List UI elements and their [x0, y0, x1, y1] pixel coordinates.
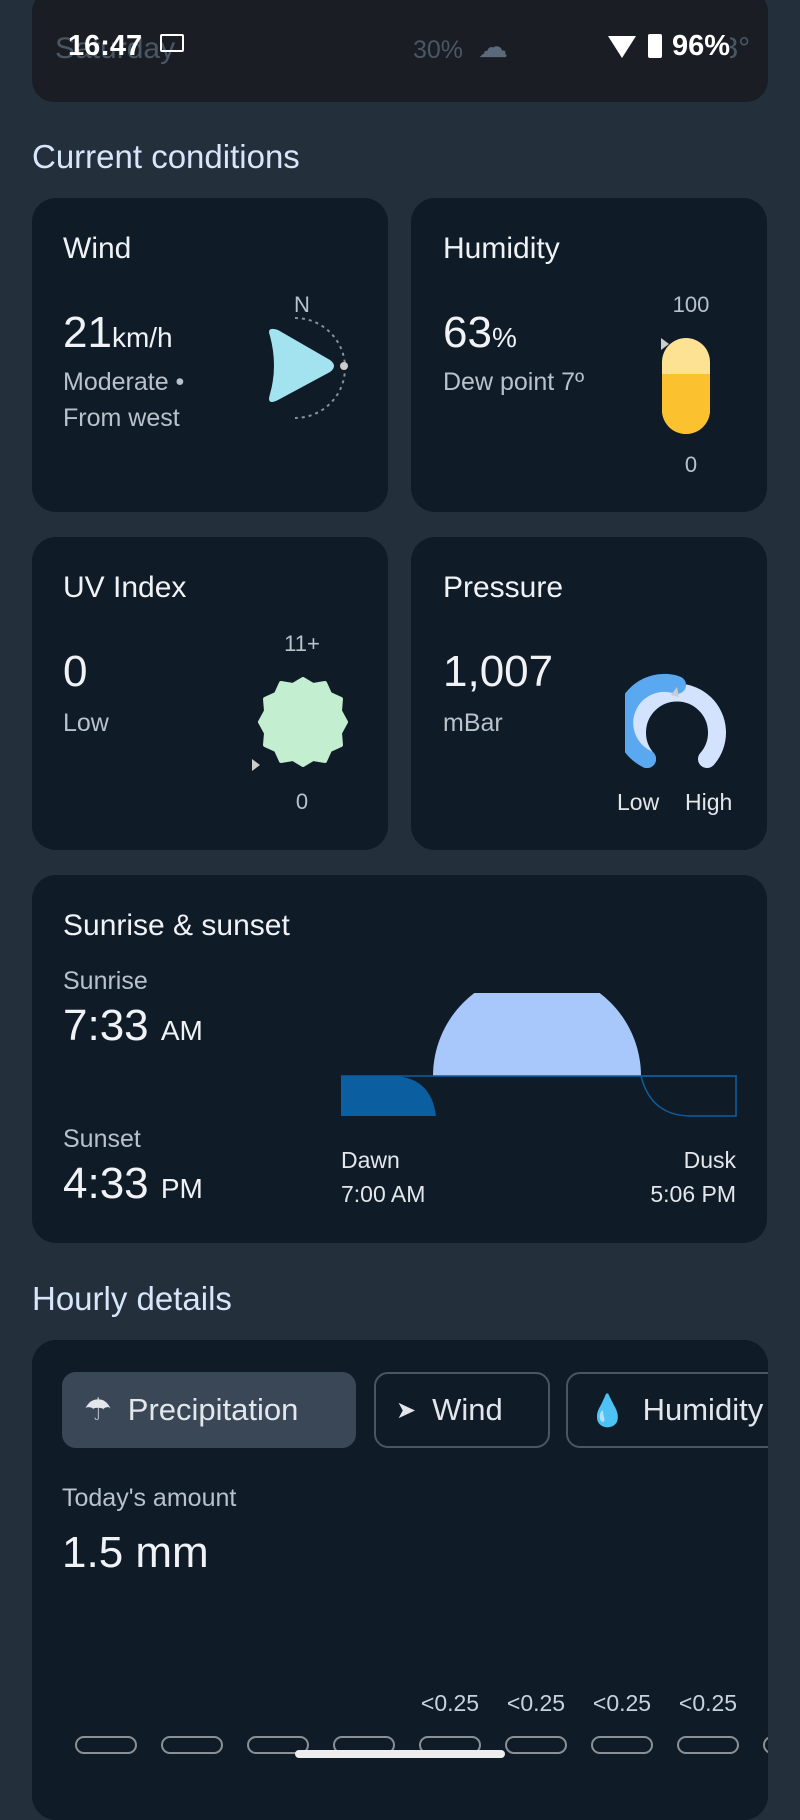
dusk-time: 5:06 PM — [650, 1181, 736, 1207]
sunrise-label: Sunrise — [63, 967, 148, 995]
dew-point: Dew point 7º — [443, 368, 585, 396]
section-title: Hourly details — [32, 1280, 232, 1317]
section-title: Current conditions — [32, 138, 300, 175]
uv-desc: Low — [63, 709, 109, 737]
sunset-ampm: PM — [160, 1173, 203, 1204]
precip-bar — [763, 1736, 768, 1754]
uv-min: 0 — [295, 789, 309, 814]
pressure-unit: mBar — [443, 709, 503, 737]
precip-bar — [677, 1736, 739, 1754]
uv-marker-icon — [252, 759, 260, 771]
wifi-icon — [608, 36, 636, 58]
humidity-min: 0 — [684, 452, 698, 477]
uv-max: 11+ — [284, 631, 320, 656]
clock: 16:47 — [68, 30, 143, 62]
uv-value: 0 — [63, 647, 88, 696]
pressure-card[interactable]: Pressure 1,007 mBar Low High — [411, 537, 767, 850]
pressure-low: Low — [617, 789, 660, 815]
wind-speed: 21 — [63, 308, 112, 357]
wind-card[interactable]: Wind 21km/h Moderate • From west N — [32, 198, 388, 512]
battery-icon — [648, 34, 662, 58]
daylight-chart — [341, 993, 737, 1117]
card-title: Humidity — [443, 232, 560, 265]
home-indicator[interactable] — [295, 1750, 505, 1758]
pressure-value: 1,007 — [443, 647, 554, 696]
navigation-arrow-icon: ➤ — [396, 1396, 417, 1424]
dusk-label: Dusk — [683, 1147, 736, 1173]
tab-label: Humidity — [642, 1392, 764, 1427]
precip-bar — [161, 1736, 223, 1754]
humidity-card[interactable]: Humidity 63% Dew point 7º 100 0 — [411, 198, 767, 512]
tab-label: Precipitation — [127, 1392, 299, 1427]
pressure-high: High — [685, 789, 733, 815]
sunset-time: 4:33 — [63, 1159, 149, 1208]
tab-label: Wind — [432, 1392, 503, 1427]
precip-bar — [75, 1736, 137, 1754]
precip-value-label: <0.25 — [592, 1690, 652, 1716]
card-title: UV Index — [63, 571, 187, 604]
card-title: Sunrise & sunset — [63, 909, 290, 942]
compass-north: N — [294, 292, 310, 317]
card-title: Wind — [63, 232, 132, 265]
precip-chance: 30% — [413, 36, 464, 64]
wind-direction: From west — [63, 404, 180, 432]
precip-value-label: <0.25 — [420, 1690, 480, 1716]
battery-percent: 96% — [672, 30, 731, 63]
uv-gauge — [258, 677, 348, 767]
sunrise-time: 7:33 — [63, 1001, 149, 1050]
wind-desc: Moderate • — [63, 368, 185, 396]
precip-bar — [505, 1736, 567, 1754]
cast-icon — [160, 34, 184, 52]
tab-precipitation[interactable]: ☂ Precipitation — [62, 1372, 356, 1448]
dawn-label: Dawn — [341, 1147, 400, 1173]
precip-value-label: <0.25 — [506, 1690, 566, 1716]
precip-value-label: < — [754, 1690, 768, 1717]
dawn-time: 7:00 AM — [341, 1181, 426, 1207]
pressure-gauge — [625, 673, 726, 768]
rain-cloud-icon: ☂ — [84, 1392, 112, 1427]
humidity-gauge — [662, 338, 710, 434]
precip-value-label: <0.25 — [678, 1690, 738, 1716]
status-bar: Saturday 30% ☁ 11°/8° 16:47 96% — [0, 30, 800, 70]
humidity-max: 100 — [672, 292, 710, 317]
wind-direction-arrow-icon — [269, 317, 348, 419]
humidity-value: 63 — [443, 308, 492, 357]
tab-wind[interactable]: ➤ Wind — [374, 1372, 550, 1448]
amount-value: 1.5 mm — [62, 1528, 209, 1577]
wind-unit: km/h — [111, 322, 173, 353]
hourly-details-card: ☂ Precipitation ➤ Wind 💧 Humidity Today's a… — [32, 1340, 768, 1820]
humidity-unit: % — [491, 322, 517, 353]
precip-bar — [591, 1736, 653, 1754]
sunset-label: Sunset — [63, 1125, 141, 1153]
amount-label: Today's amount — [62, 1484, 237, 1512]
rain-cloud-icon: ☁ — [478, 31, 508, 64]
sunrise-sunset-card[interactable]: Sunrise & sunset Sunrise 7:33 AM Sunset … — [32, 875, 767, 1243]
water-drop-icon: 💧 — [588, 1392, 627, 1428]
sunrise-ampm: AM — [160, 1015, 203, 1046]
uv-card[interactable]: UV Index 0 Low 11+ 0 — [32, 537, 388, 850]
tab-humidity[interactable]: 💧 Humidity — [566, 1372, 768, 1448]
card-title: Pressure — [443, 571, 564, 604]
